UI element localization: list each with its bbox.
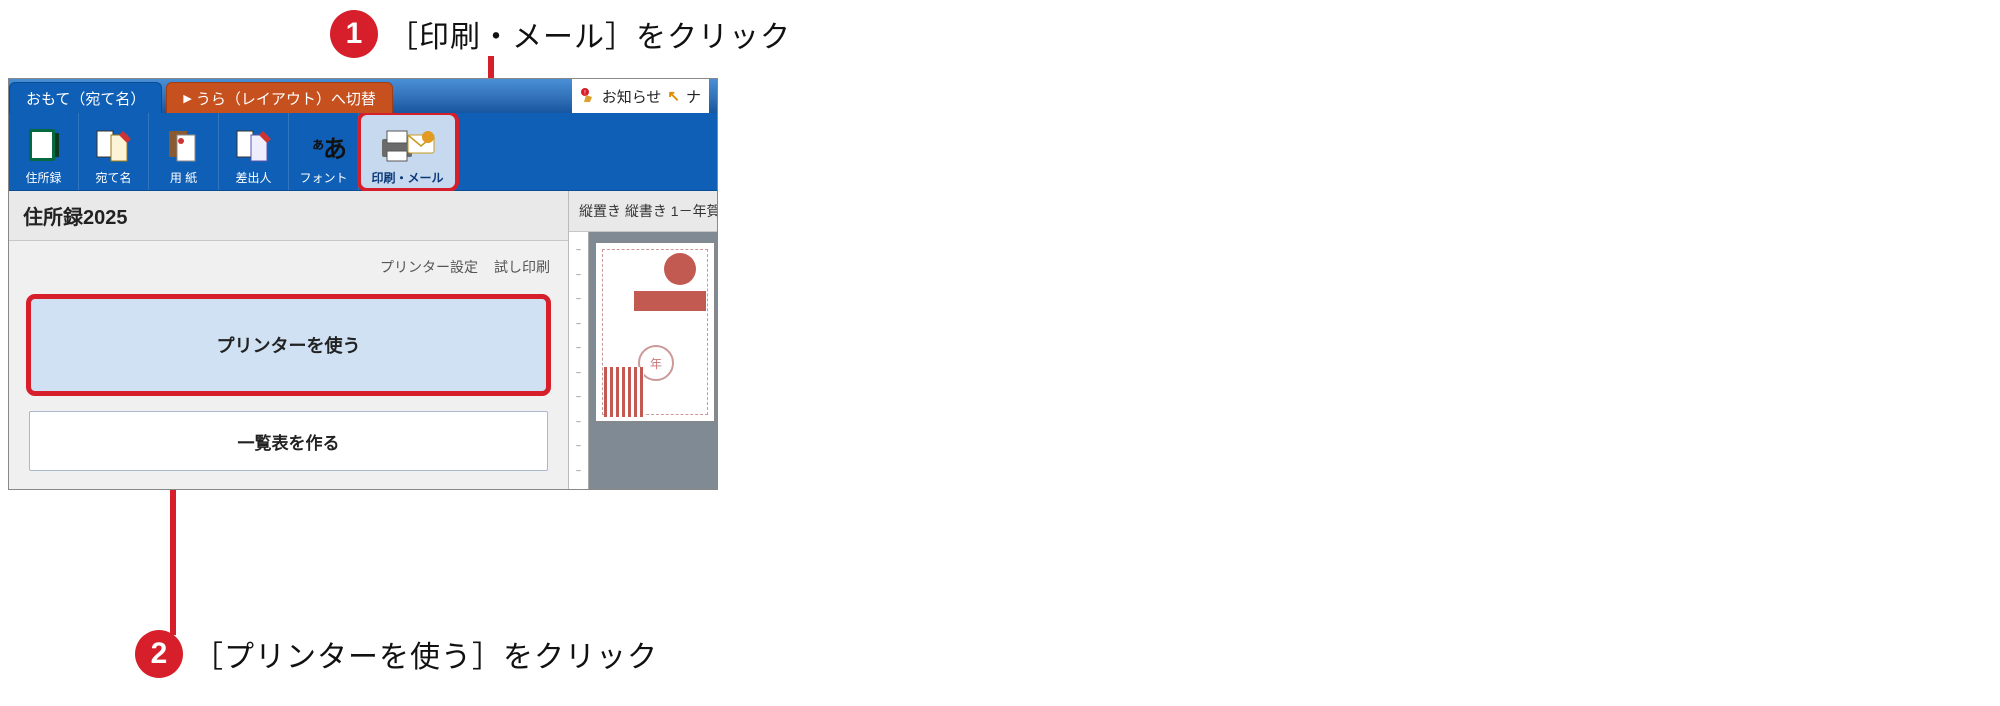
tab-strip: おもて（宛て名） うら（レイアウト）へ切替 ! お知らせ ↖ ナ: [9, 79, 717, 113]
ribbon-print-mail[interactable]: 印刷・メール: [359, 113, 457, 190]
left-panel: 住所録2025 プリンター設定 試し印刷 プリンターを使う 一覧表を作る: [9, 191, 569, 489]
preview-title: 縦置き 縦書き 1－年賀: [569, 191, 717, 232]
tab-front-address[interactable]: おもて（宛て名）: [9, 82, 162, 113]
big-buttons: プリンターを使う 一覧表を作る: [9, 283, 568, 485]
ribbon-label: フォント: [299, 169, 347, 186]
preview-canvas-area: ––––– ––––– 年: [569, 232, 717, 489]
link-test-print[interactable]: 試し印刷: [494, 257, 550, 277]
ribbon-label: 印刷・メール: [371, 169, 443, 186]
font-icon: ぁあ: [303, 125, 345, 165]
notice-alert-icon: !: [580, 88, 596, 104]
ribbon-label: 住所録: [25, 169, 61, 186]
use-printer-button[interactable]: プリンターを使う: [29, 297, 548, 393]
tab-switch-to-back[interactable]: うら（レイアウト）へ切替: [166, 82, 392, 113]
ribbon-addressee[interactable]: 宛て名: [79, 113, 149, 190]
callout-step-1: 1 ［印刷・メール］をクリック: [330, 10, 791, 58]
callout-badge-2: 2: [135, 630, 183, 678]
nav-fragment: ナ: [686, 86, 701, 107]
callout-2-leader-line: [170, 480, 176, 635]
card-stripe-graphic: [604, 367, 644, 417]
link-printer-settings[interactable]: プリンター設定: [380, 257, 478, 277]
ribbon-sender[interactable]: 差出人: [219, 113, 289, 190]
ribbon-label: 宛て名: [95, 169, 131, 186]
panel-sub-links: プリンター設定 試し印刷: [9, 241, 568, 283]
addressee-icon: [93, 125, 135, 165]
callout-badge-1: 1: [330, 10, 378, 58]
ribbon-font[interactable]: ぁあ フォント: [289, 113, 359, 190]
card-red-bar-graphic: [634, 291, 706, 311]
header-right-area: ! お知らせ ↖ ナ: [572, 79, 709, 113]
callout-step-2: 2 ［プリンターを使う］をクリック: [135, 630, 658, 678]
sender-icon: [233, 125, 275, 165]
nengajo-card-preview[interactable]: 年: [595, 242, 715, 422]
preview-panel: 縦置き 縦書き 1－年賀 ––––– ––––– 年: [569, 191, 717, 489]
make-list-button[interactable]: 一覧表を作る: [29, 411, 548, 471]
address-book-icon: [23, 125, 65, 165]
app-window: おもて（宛て名） うら（レイアウト）へ切替 ! お知らせ ↖ ナ 住所録 宛て名: [8, 78, 718, 490]
vertical-ruler: ––––– –––––: [569, 232, 589, 489]
ribbon-toolbar: 住所録 宛て名 用 紙 差出人 ぁあ フォント: [9, 113, 717, 191]
panel-title: 住所録2025: [9, 191, 568, 241]
callout-text-2: ［プリンターを使う］をクリック: [193, 632, 658, 676]
ribbon-address-book[interactable]: 住所録: [9, 113, 79, 190]
ribbon-label: 用 紙: [170, 169, 197, 186]
svg-text:あ: あ: [323, 136, 345, 163]
app-body: 住所録2025 プリンター設定 試し印刷 プリンターを使う 一覧表を作る 縦置き…: [9, 191, 717, 489]
ribbon-label: 差出人: [235, 169, 271, 186]
paper-icon: [163, 125, 205, 165]
nav-arrow-icon: ↖: [667, 87, 680, 105]
notice-label[interactable]: お知らせ: [602, 86, 662, 107]
callout-text-1: ［印刷・メール］をクリック: [388, 12, 791, 56]
ribbon-paper[interactable]: 用 紙: [149, 113, 219, 190]
print-mail-icon: [378, 125, 438, 165]
card-sun-graphic: [664, 253, 696, 285]
